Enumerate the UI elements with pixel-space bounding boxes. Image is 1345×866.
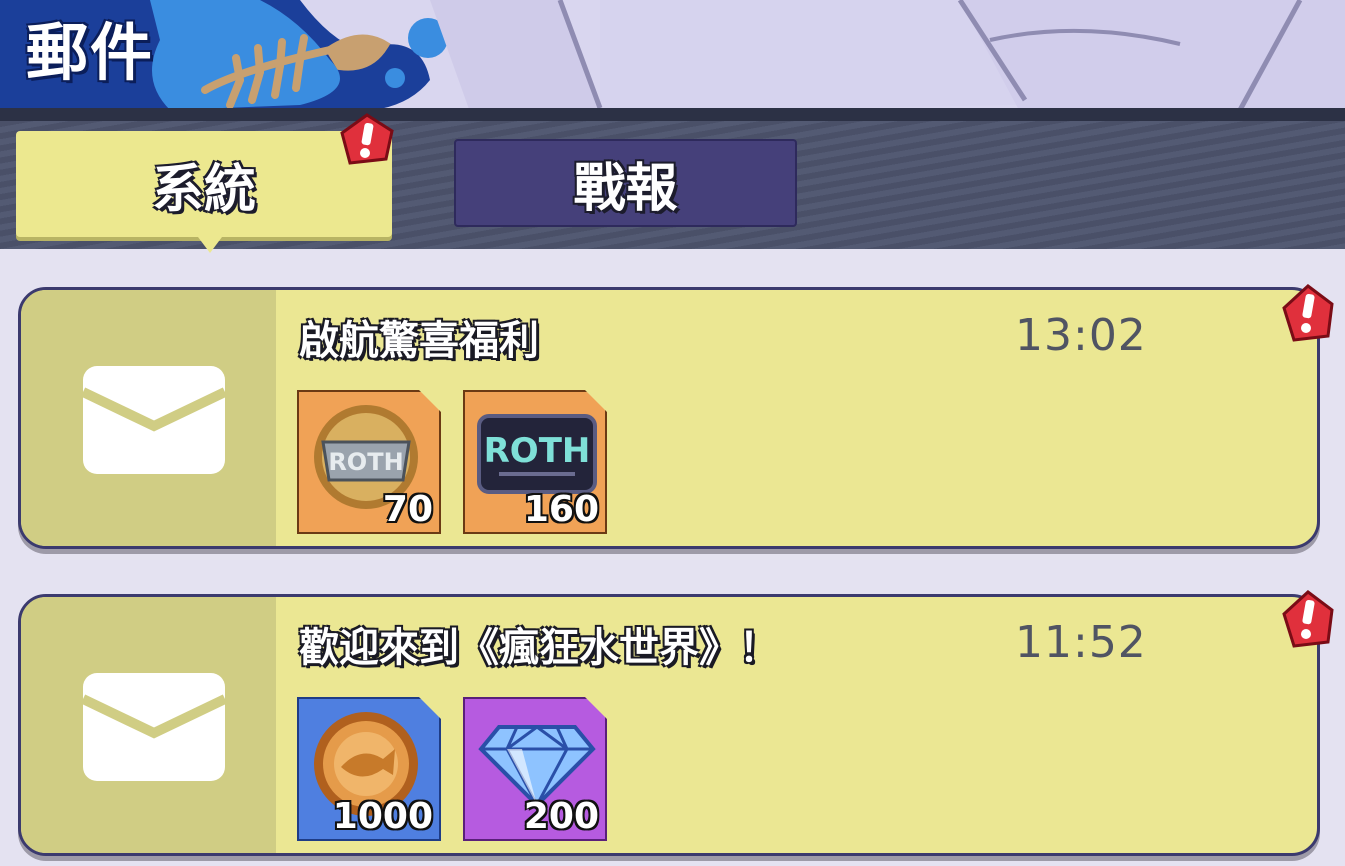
mail-item[interactable]: 啟航驚喜福利 13:02 ROTH 70 ROTH 160 bbox=[18, 287, 1320, 549]
reward-item: 200 bbox=[463, 697, 607, 841]
envelope-icon bbox=[83, 673, 225, 781]
tab-battle-report-label: 戰報 bbox=[573, 158, 678, 219]
tab-battle-report[interactable]: 戰報 bbox=[454, 139, 797, 227]
reward-quantity: 1000 bbox=[332, 796, 433, 837]
mail-item[interactable]: 歡迎來到《瘋狂水世界》！ 11:52 1000 200 bbox=[18, 594, 1320, 856]
roth-card-icon: ROTH bbox=[477, 414, 597, 494]
header-banner: 郵件 bbox=[0, 0, 1345, 118]
mail-time: 13:02 bbox=[1015, 310, 1147, 361]
reward-quantity: 200 bbox=[523, 796, 599, 837]
reward-item: ROTH 70 bbox=[297, 390, 441, 534]
svg-text:ROTH: ROTH bbox=[484, 431, 591, 471]
unread-alert-icon bbox=[1282, 284, 1334, 342]
unread-alert-icon bbox=[1282, 590, 1334, 648]
tab-bar: 系統 戰報 bbox=[0, 113, 1345, 253]
header-background bbox=[0, 0, 1345, 118]
svg-text:ROTH: ROTH bbox=[328, 448, 403, 476]
reward-item: 1000 bbox=[297, 697, 441, 841]
reward-item: ROTH 160 bbox=[463, 390, 607, 534]
mail-time: 11:52 bbox=[1015, 617, 1147, 668]
envelope-icon bbox=[83, 366, 225, 474]
tab-system-label: 系統 bbox=[151, 159, 256, 220]
page-title: 郵件 bbox=[26, 16, 155, 89]
mail-icon-panel bbox=[21, 290, 276, 546]
diamond-icon bbox=[478, 725, 596, 809]
mail-title: 啟航驚喜福利 bbox=[299, 318, 539, 364]
mail-title: 歡迎來到《瘋狂水世界》！ bbox=[299, 625, 779, 671]
reward-quantity: 70 bbox=[382, 489, 433, 530]
reward-quantity: 160 bbox=[523, 489, 599, 530]
tab-system[interactable]: 系統 bbox=[16, 131, 392, 253]
tab-alert-icon bbox=[340, 113, 394, 165]
mail-icon-panel bbox=[21, 597, 276, 853]
